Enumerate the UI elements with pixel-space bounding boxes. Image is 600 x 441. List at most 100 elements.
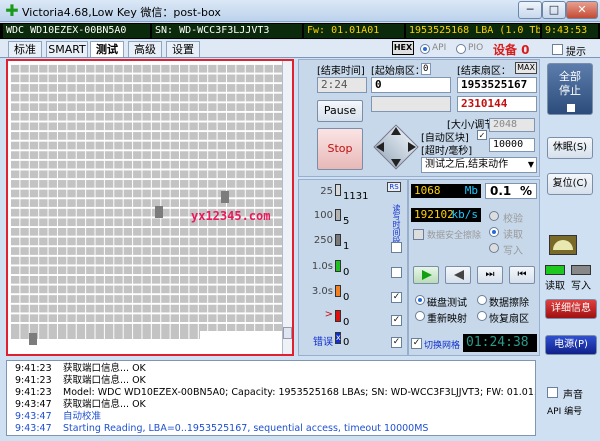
tab-advanced[interactable]: 高级: [128, 41, 162, 57]
auto-block-checkbox[interactable]: ✓: [477, 130, 487, 140]
sector-grid-tail: [10, 331, 200, 339]
chevron-down-icon: ▼: [527, 160, 534, 169]
read-led-label: 读取: [545, 281, 565, 292]
grid-toggle-checkbox[interactable]: ✓: [411, 338, 422, 349]
speed-unit: kb/s: [451, 208, 479, 221]
stat-count: 5: [343, 216, 350, 227]
tab-standard[interactable]: 标准: [8, 41, 42, 57]
sound-label: 声音: [563, 390, 583, 401]
timeout-select[interactable]: 10000: [489, 138, 535, 152]
percent-readout: 0.1 %: [485, 183, 537, 199]
grid-scrollbar[interactable]: [282, 61, 292, 354]
end-button[interactable]: ⏮: [509, 266, 535, 284]
scan-mode-radio[interactable]: [415, 295, 425, 305]
write-led-label: 写入: [571, 281, 591, 292]
stop-button[interactable]: Stop: [317, 128, 363, 170]
stat-toggle[interactable]: [391, 267, 402, 278]
arrow-left-icon[interactable]: [376, 142, 384, 152]
maximize-button[interactable]: □: [542, 1, 566, 19]
speed-readout: 192102 kb/s: [411, 208, 481, 222]
arrow-down-icon[interactable]: [391, 159, 401, 167]
block-size-select[interactable]: 2048: [489, 118, 535, 132]
api-number-label: API 编号: [547, 407, 583, 417]
stat-threshold: 错误: [313, 337, 333, 348]
minimize-button[interactable]: ─: [518, 1, 542, 19]
drive-firmware: Fw: 01.01A01: [304, 24, 404, 38]
tab-smart[interactable]: SMART: [46, 41, 88, 57]
pause-button[interactable]: Pause: [317, 100, 363, 122]
scroll-thumb[interactable]: [283, 327, 292, 339]
stat-toggle[interactable]: ✓: [391, 337, 402, 348]
reverse-button[interactable]: [445, 266, 471, 284]
start-sector-value: 0: [421, 63, 431, 75]
drive-lba: 1953525168 LBA (1.0 Tb): [406, 24, 540, 38]
read-radio[interactable]: [489, 227, 499, 237]
reset-button[interactable]: 复位(C): [547, 173, 593, 195]
write-label: 写入: [503, 246, 523, 257]
play-button[interactable]: [413, 266, 439, 284]
stat-swatch: [335, 310, 341, 322]
max-button[interactable]: MAX: [515, 62, 537, 74]
percent-value: 0.1: [490, 184, 512, 198]
arrow-right-icon[interactable]: [408, 142, 416, 152]
api-radio[interactable]: [420, 44, 430, 54]
log-message: 获取端口信息... OK: [63, 363, 146, 374]
stat-threshold: 1.0s: [311, 261, 333, 272]
after-test-action-select[interactable]: 测试之后,结束动作 ▼: [421, 157, 537, 173]
read-label: 读取: [503, 230, 523, 241]
log-time: 9:43:47: [15, 423, 52, 434]
end-time-field[interactable]: 2:24: [317, 77, 367, 93]
sleep-button[interactable]: 休眠(S): [547, 137, 593, 159]
hex-button[interactable]: HEX: [392, 41, 414, 55]
stat-threshold: 25: [320, 186, 333, 197]
stop-all-button[interactable]: 全部停止: [547, 63, 593, 115]
stat-count: 0: [343, 292, 350, 303]
tab-tests[interactable]: 测试: [90, 41, 124, 57]
stat-toggle[interactable]: ✓: [391, 292, 402, 303]
arrow-up-icon[interactable]: [391, 127, 401, 135]
skip-button[interactable]: ⏭: [477, 266, 503, 284]
log-row: 9:43:47 自动校准: [15, 411, 101, 423]
tab-setup[interactable]: 设置: [166, 41, 200, 57]
end-time-label: [结束时间]: [317, 66, 365, 77]
write-led: [571, 265, 591, 275]
stat-swatch: [335, 234, 341, 246]
stat-threshold: 3.0s: [311, 286, 333, 297]
restore-mode-radio[interactable]: [477, 311, 487, 321]
end-sector-input[interactable]: 1953525167: [457, 77, 537, 93]
verify-label: 校验: [503, 214, 523, 225]
log-row: 9:41:23 获取端口信息... OK: [15, 375, 146, 387]
ddd-label: 数据安全擦除: [427, 231, 482, 241]
log-time: 9:43:47: [15, 399, 52, 410]
erase-mode-radio[interactable]: [477, 295, 487, 305]
watermark-text: yx12345.com: [191, 209, 271, 223]
hint-checkbox[interactable]: [552, 44, 563, 55]
seek-direction-pad: [370, 121, 422, 173]
start-sector-input[interactable]: 0: [371, 77, 451, 93]
mb-readout: 1068 Mb: [411, 184, 481, 198]
stat-threshold: 250: [313, 235, 333, 246]
ddd-checkbox[interactable]: [413, 229, 424, 240]
sound-checkbox[interactable]: [547, 387, 558, 398]
sector-map: yx12345.com: [6, 59, 294, 356]
stat-toggle[interactable]: ✓: [391, 315, 402, 326]
details-button[interactable]: 详细信息: [545, 299, 597, 319]
stat-count: 1: [343, 241, 350, 252]
close-button[interactable]: ✕: [566, 1, 598, 19]
log-time: 9:41:23: [15, 387, 52, 398]
reverse-icon: [454, 270, 464, 280]
speed-value: 192102: [414, 208, 454, 221]
current-lba: 2310144: [457, 96, 537, 112]
write-radio[interactable]: [489, 243, 499, 253]
rs-button[interactable]: RS: [387, 182, 401, 192]
stat-toggle[interactable]: [391, 242, 402, 253]
power-button[interactable]: 电源(P): [545, 335, 597, 355]
log-message: Starting Reading, LBA=0..1953525167, seq…: [63, 423, 429, 434]
api-label: API: [432, 43, 447, 53]
remap-mode-radio[interactable]: [415, 311, 425, 321]
error-icon: x: [335, 332, 341, 344]
sector-grid: [10, 63, 288, 331]
stat-swatch: [335, 285, 341, 297]
verify-radio[interactable]: [489, 211, 499, 221]
pio-radio[interactable]: [456, 44, 466, 54]
